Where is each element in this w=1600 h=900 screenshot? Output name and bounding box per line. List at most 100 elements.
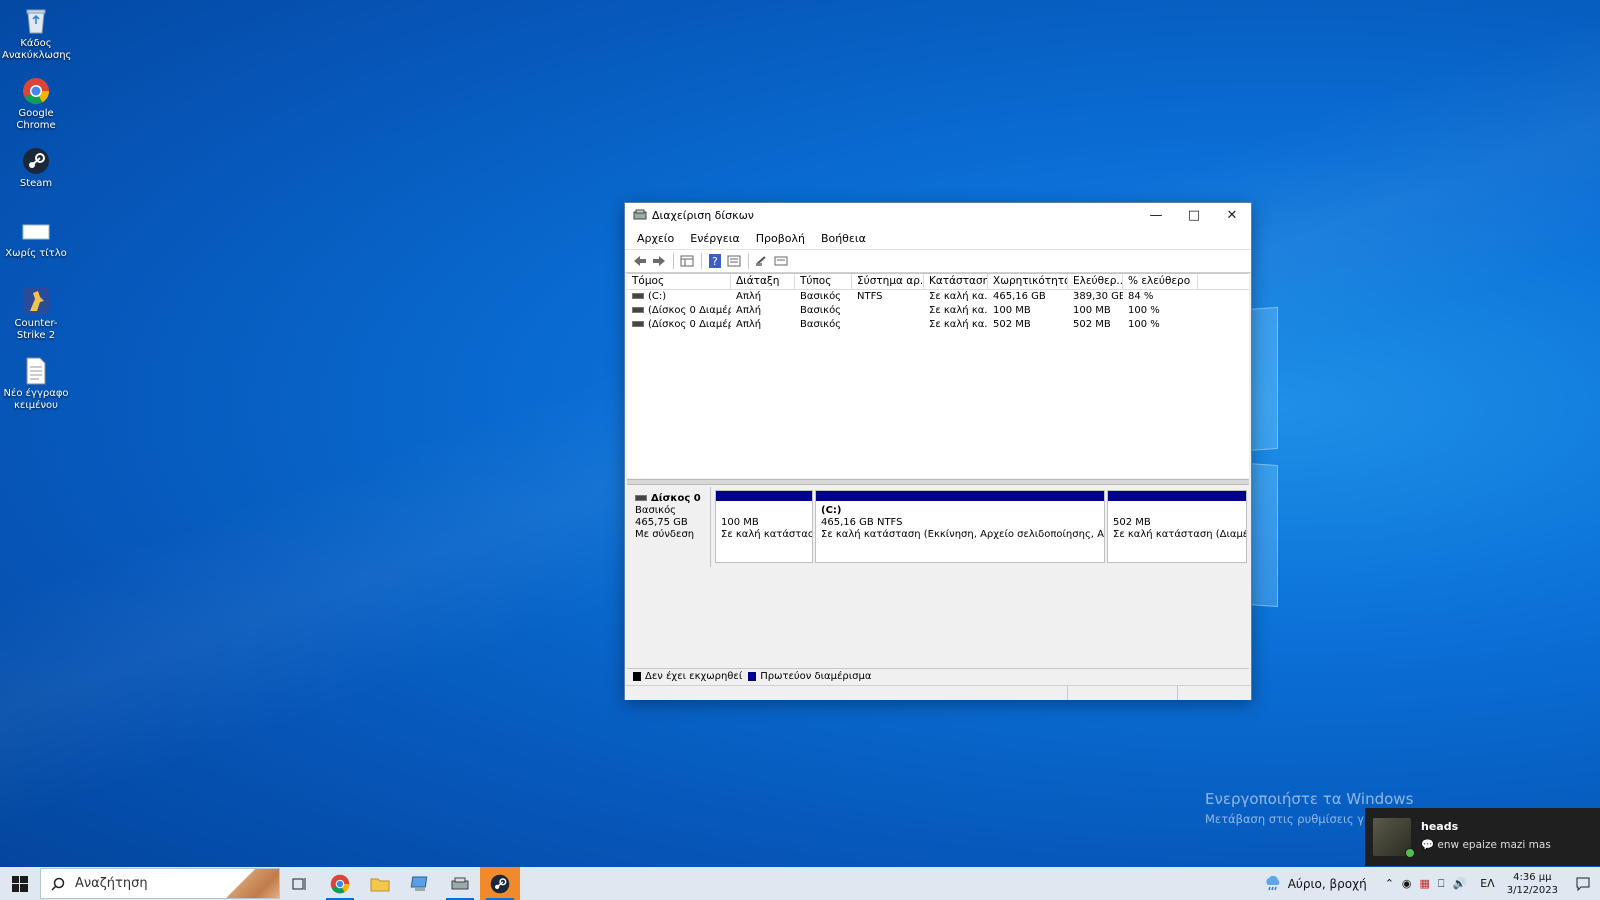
column-percent-free[interactable]: % ελεύθερο xyxy=(1123,274,1198,289)
maximize-button[interactable]: □ xyxy=(1175,203,1213,227)
column-free-space[interactable]: Ελεύθερ... xyxy=(1068,274,1123,289)
table-row[interactable]: (Δίσκος 0 Διαμέρι... Απλή Βασικός Σε καλ… xyxy=(627,304,1249,318)
show-hide-tree-button[interactable] xyxy=(678,252,696,270)
desktop-icon-recycle-bin[interactable]: Κάδος Ανακύκλωσης xyxy=(2,6,71,62)
desktop-icon-counter-strike[interactable]: Counter-Strike 2 xyxy=(2,286,70,342)
column-layout[interactable]: Διάταξη xyxy=(731,274,795,289)
taskbar-disk-management[interactable] xyxy=(440,867,480,900)
task-view-button[interactable] xyxy=(280,867,320,900)
cell-status: Σε καλή κα... xyxy=(929,319,988,330)
column-status[interactable]: Κατάσταση xyxy=(924,274,988,289)
desktop-icon-chrome[interactable]: Google Chrome xyxy=(2,76,70,132)
tray-volume[interactable]: 🔊 xyxy=(1449,877,1471,890)
cell-capacity: 502 MB xyxy=(993,319,1031,330)
status-bar-divider xyxy=(1067,686,1068,700)
partition-size: 100 MB xyxy=(721,517,759,528)
cell-volume: (Δίσκος 0 Διαμέρι... xyxy=(627,304,731,318)
cell-type: Βασικός xyxy=(800,319,842,330)
language-indicator[interactable]: ΕΛ xyxy=(1476,877,1498,890)
column-file-system[interactable]: Σύστημα αρ... xyxy=(852,274,924,289)
cell-capacity: 465,16 GB xyxy=(993,291,1046,302)
properties-icon xyxy=(727,255,741,267)
task-view-icon xyxy=(292,877,306,890)
volume-name: (Δίσκος 0 Διαμέρι... xyxy=(648,305,731,316)
partition-status: Σε καλή κατάσταση (Εκκίνηση, Αρχείο σελι… xyxy=(821,529,1104,540)
drive-icon xyxy=(632,293,644,299)
system-tray: Αύριο, βροχή ⌃ ◉ ▦ ⎕ 🔊 ΕΛ 4:36 μμ 3/12/2… xyxy=(1260,867,1600,900)
console-tree-icon xyxy=(680,255,694,267)
disk-0-info[interactable]: Δίσκος 0 Βασικός 465,75 GB Με σύνδεση xyxy=(627,487,711,567)
table-row[interactable]: (C:) Απλή Βασικός NTFS Σε καλή κα... 465… xyxy=(627,290,1249,304)
steam-icon xyxy=(21,146,51,176)
toolbar-separator xyxy=(701,253,702,269)
disk-size: 465,75 GB xyxy=(635,517,688,528)
toolbar-separator xyxy=(673,253,674,269)
toolbar-separator xyxy=(748,253,749,269)
tray-camera[interactable]: ◉ xyxy=(1398,877,1416,890)
steam-chat-notification[interactable]: heads 💬 enw epaize mazi mas xyxy=(1365,808,1600,866)
taskbar-chrome[interactable] xyxy=(320,867,360,900)
volume-list: Τόμος Διάταξη Τύπος Σύστημα αρ... Κατάστ… xyxy=(627,273,1249,478)
cell-percent-free: 100 % xyxy=(1128,319,1160,330)
forward-button[interactable] xyxy=(650,252,668,270)
notification-icon xyxy=(1576,877,1590,891)
text-document-icon xyxy=(21,356,51,386)
back-button[interactable] xyxy=(631,252,649,270)
chrome-icon xyxy=(21,76,51,106)
properties-button[interactable] xyxy=(725,252,743,270)
taskbar-app[interactable] xyxy=(400,867,440,900)
cell-capacity: 100 MB xyxy=(993,305,1031,316)
shield-alert-icon: ▦ xyxy=(1419,877,1430,890)
clock-time: 4:36 μμ xyxy=(1513,871,1552,883)
menu-help[interactable]: Βοήθεια xyxy=(813,232,874,245)
partition-efi[interactable]: 100 MB Σε καλή κατάσταση xyxy=(715,490,813,563)
partition-c[interactable]: (C:) 465,16 GB NTFS Σε καλή κατάσταση (Ε… xyxy=(815,490,1105,563)
taskbar-search[interactable]: Αναζήτηση xyxy=(40,868,280,899)
menu-action[interactable]: Ενέργεια xyxy=(682,232,747,245)
legend-unallocated: Δεν έχει εκχωρηθεί xyxy=(645,670,743,682)
disk-management-window: Διαχείριση δίσκων — □ ✕ Αρχείο Ενέργεια … xyxy=(624,202,1252,700)
partition-recovery[interactable]: 502 MB Σε καλή κατάσταση (Διαμέρι xyxy=(1107,490,1247,563)
start-button[interactable] xyxy=(0,867,40,900)
rescan-button[interactable] xyxy=(753,252,771,270)
tray-security[interactable]: ▦ xyxy=(1416,877,1434,890)
desktop-icon-steam[interactable]: Steam xyxy=(2,146,70,190)
notifications-button[interactable] xyxy=(1566,877,1600,891)
taskbar-file-explorer[interactable] xyxy=(360,867,400,900)
disk-management-icon xyxy=(451,877,469,889)
window-title: Διαχείριση δίσκων xyxy=(652,208,754,222)
cell-layout: Απλή xyxy=(736,291,762,302)
column-capacity[interactable]: Χωρητικότητα xyxy=(988,274,1068,289)
windows-start-icon xyxy=(12,875,28,892)
table-row[interactable]: (Δίσκος 0 Διαμέρι... Απλή Βασικός Σε καλ… xyxy=(627,318,1249,332)
column-type[interactable]: Τύπος xyxy=(795,274,852,289)
taskbar-steam[interactable] xyxy=(480,867,520,900)
pane-splitter[interactable] xyxy=(627,479,1249,485)
minimize-button[interactable]: — xyxy=(1137,203,1175,227)
help-button[interactable]: ? xyxy=(706,252,724,270)
desktop-icon-text-document[interactable]: Νέο έγγραφο κειμένου xyxy=(2,356,70,412)
list-view-icon xyxy=(774,256,788,266)
back-arrow-icon xyxy=(634,256,646,266)
folder-icon xyxy=(370,878,390,891)
title-bar[interactable]: Διαχείριση δίσκων — □ ✕ xyxy=(625,203,1251,227)
counter-strike-icon xyxy=(21,286,51,316)
weather-widget[interactable]: Αύριο, βροχή xyxy=(1260,875,1371,892)
cell-volume: (C:) xyxy=(627,290,731,304)
desktop-icon-untitled[interactable]: Χωρίς τίτλο xyxy=(2,216,70,260)
partition-status: Σε καλή κατάσταση xyxy=(721,529,812,540)
column-volume[interactable]: Τόμος xyxy=(627,274,731,289)
cell-type: Βασικός xyxy=(800,305,842,316)
tray-network[interactable]: ⎕ xyxy=(1434,877,1449,891)
blank-window-icon xyxy=(21,216,51,246)
menu-view[interactable]: Προβολή xyxy=(748,232,813,245)
clock[interactable]: 4:36 μμ 3/12/2023 xyxy=(1499,871,1566,897)
close-icon: ✕ xyxy=(1226,207,1238,223)
desktop-icon-label: Νέο έγγραφο κειμένου xyxy=(3,388,69,411)
settings-button[interactable] xyxy=(772,252,790,270)
menu-file[interactable]: Αρχείο xyxy=(629,232,682,245)
show-hidden-icons-button[interactable]: ⌃ xyxy=(1381,877,1398,890)
cell-layout: Απλή xyxy=(736,319,762,330)
disk-status: Με σύνδεση xyxy=(635,529,695,540)
close-button[interactable]: ✕ xyxy=(1213,203,1251,227)
